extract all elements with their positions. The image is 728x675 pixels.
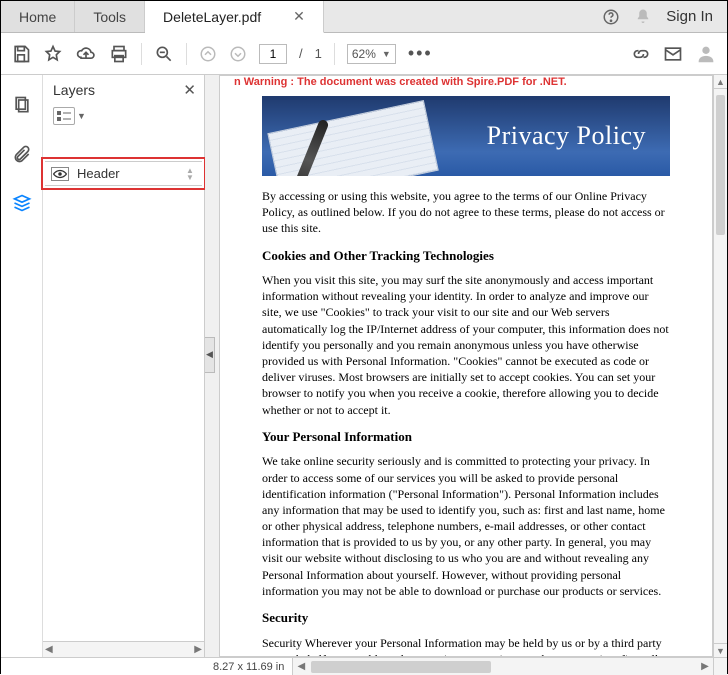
layer-spin-icon[interactable]: ▲▼ bbox=[184, 167, 196, 181]
layers-panel: Layers ✕ ▼ Header ▲▼ ◀ ▶ bbox=[43, 75, 205, 657]
heading-security: Security bbox=[262, 609, 670, 627]
layers-icon[interactable] bbox=[12, 193, 32, 216]
scroll-up-icon[interactable]: ▲ bbox=[714, 75, 727, 89]
star-icon[interactable] bbox=[43, 44, 63, 64]
para-security: Security Wherever your Personal Informat… bbox=[262, 635, 670, 657]
account-icon[interactable] bbox=[695, 43, 717, 65]
para-personal: We take online security seriously and is… bbox=[262, 453, 670, 599]
page-number-input[interactable] bbox=[259, 44, 287, 64]
visibility-toggle-icon[interactable] bbox=[51, 167, 69, 181]
print-icon[interactable] bbox=[109, 44, 129, 64]
tab-document[interactable]: DeleteLayer.pdf ✕ bbox=[145, 1, 324, 33]
zoom-value: 62% bbox=[352, 47, 376, 61]
help-icon[interactable] bbox=[602, 8, 620, 26]
link-icon[interactable] bbox=[631, 44, 651, 64]
page-total: 1 bbox=[315, 46, 322, 61]
page-down-icon[interactable] bbox=[229, 45, 247, 63]
more-icon[interactable]: ••• bbox=[408, 43, 433, 64]
tab-tools[interactable]: Tools bbox=[75, 1, 145, 32]
layer-options-button[interactable] bbox=[53, 107, 75, 125]
layer-highlight: Header ▲▼ bbox=[41, 157, 206, 190]
document-viewer[interactable]: ◀ n Warning : The document was created w… bbox=[205, 75, 727, 657]
evaluation-warning: n Warning : The document was created wit… bbox=[234, 76, 698, 92]
bell-icon[interactable] bbox=[634, 8, 652, 26]
doc-intro: By accessing or using this website, you … bbox=[262, 188, 670, 237]
layer-item[interactable]: Header ▲▼ bbox=[45, 161, 202, 186]
scroll-left-icon[interactable]: ◀ bbox=[293, 661, 309, 672]
close-panel-icon[interactable]: ✕ bbox=[183, 81, 196, 99]
zoom-select[interactable]: 62% ▼ bbox=[347, 44, 396, 64]
layer-label: Header bbox=[77, 166, 120, 181]
thumbnails-icon[interactable] bbox=[12, 95, 32, 118]
hero-title: Privacy Policy bbox=[487, 121, 646, 151]
tab-bar: Home Tools DeleteLayer.pdf ✕ Sign In bbox=[1, 1, 727, 33]
page-up-icon[interactable] bbox=[199, 45, 217, 63]
status-hscroll[interactable]: ◀ ▶ bbox=[292, 658, 713, 675]
chevron-down-icon: ▼ bbox=[382, 49, 391, 59]
heading-personal: Your Personal Information bbox=[262, 428, 670, 446]
hscroll-thumb[interactable] bbox=[311, 661, 491, 673]
hero-banner: Privacy Policy bbox=[262, 96, 670, 176]
status-bar: 8.27 x 11.69 in ◀ ▶ bbox=[1, 657, 727, 675]
scroll-down-icon[interactable]: ▼ bbox=[714, 643, 727, 657]
page-dimensions: 8.27 x 11.69 in bbox=[205, 658, 292, 675]
collapse-handle-icon[interactable]: ◀ bbox=[205, 337, 215, 373]
page-sep: / bbox=[299, 46, 303, 61]
panel-hscroll[interactable]: ◀ ▶ bbox=[43, 641, 204, 657]
viewer-vscroll[interactable]: ▲ ▼ bbox=[713, 75, 727, 657]
cloud-upload-icon[interactable] bbox=[75, 44, 97, 64]
para-cookies: When you visit this site, you may surf t… bbox=[262, 272, 670, 418]
sign-in-link[interactable]: Sign In bbox=[666, 8, 713, 25]
attachments-icon[interactable] bbox=[12, 144, 32, 167]
left-rail bbox=[1, 75, 43, 657]
save-icon[interactable] bbox=[11, 44, 31, 64]
chevron-down-icon[interactable]: ▼ bbox=[77, 111, 86, 121]
heading-cookies: Cookies and Other Tracking Technologies bbox=[262, 247, 670, 265]
tab-document-label: DeleteLayer.pdf bbox=[163, 9, 261, 25]
scroll-right-icon[interactable]: ▶ bbox=[697, 661, 713, 672]
layers-title: Layers bbox=[53, 82, 95, 98]
tab-home[interactable]: Home bbox=[1, 1, 75, 32]
scroll-right-icon[interactable]: ▶ bbox=[194, 644, 202, 655]
mail-icon[interactable] bbox=[663, 44, 683, 64]
toolbar: / 1 62% ▼ ••• bbox=[1, 33, 727, 75]
pdf-page: n Warning : The document was created wit… bbox=[219, 75, 713, 657]
close-tab-icon[interactable]: ✕ bbox=[293, 8, 305, 25]
zoom-out-icon[interactable] bbox=[154, 44, 174, 64]
scroll-left-icon[interactable]: ◀ bbox=[45, 644, 53, 655]
vscroll-thumb[interactable] bbox=[716, 95, 725, 235]
